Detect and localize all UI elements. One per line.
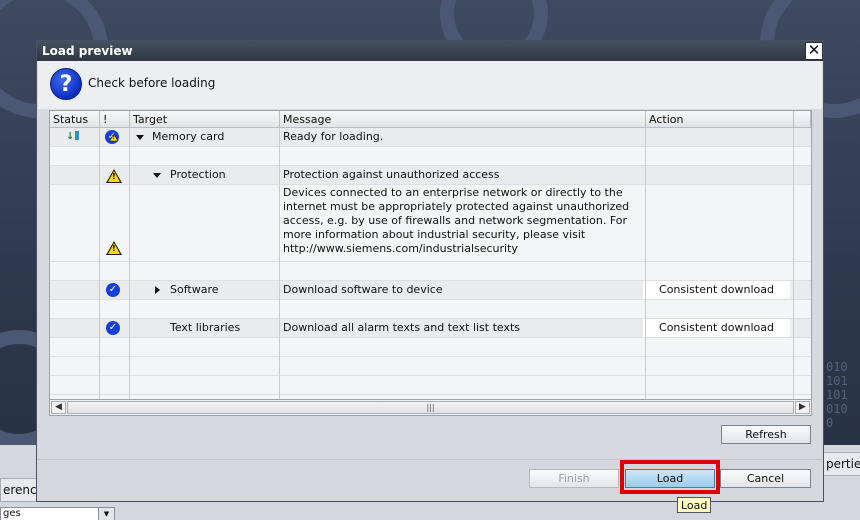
column-header-message[interactable]: Message bbox=[280, 111, 646, 128]
chevron-left-icon: ◀ bbox=[55, 402, 62, 412]
message-cell: Download software to device bbox=[283, 283, 443, 296]
close-button[interactable]: ✕ bbox=[805, 42, 823, 60]
scroll-left-button[interactable]: ◀ bbox=[51, 401, 66, 414]
column-header-target[interactable]: Target bbox=[130, 111, 280, 128]
column-divider bbox=[99, 128, 100, 399]
table-row bbox=[50, 376, 811, 395]
table-row[interactable]: ! Protection Protection against unauthor… bbox=[50, 166, 811, 185]
collapse-arrow-icon[interactable] bbox=[153, 173, 161, 178]
target-cell: Software bbox=[170, 283, 219, 296]
table-row bbox=[50, 147, 811, 166]
table-row bbox=[50, 338, 811, 357]
background-properties-tab[interactable]: perties bbox=[822, 452, 860, 476]
table-row bbox=[50, 357, 811, 376]
load-tooltip: Load bbox=[677, 497, 712, 513]
background-bottom-field[interactable]: ges bbox=[0, 507, 102, 520]
dialog-title: Load preview bbox=[42, 44, 133, 58]
table-row bbox=[50, 300, 811, 319]
close-icon: ✕ bbox=[807, 41, 821, 59]
column-header-action[interactable]: Action bbox=[646, 111, 794, 128]
refresh-button[interactable]: Refresh bbox=[721, 425, 811, 444]
column-header-status[interactable]: Status bbox=[50, 111, 100, 128]
header-text: Check before loading bbox=[88, 76, 216, 90]
question-icon: ? bbox=[50, 68, 82, 100]
column-header-flag[interactable]: ! bbox=[100, 111, 130, 128]
table-row bbox=[50, 262, 811, 281]
scroll-thumb[interactable]: ||| bbox=[67, 401, 794, 414]
target-cell: Memory card bbox=[152, 130, 225, 143]
action-dropdown[interactable]: Consistent download bbox=[643, 319, 790, 337]
message-cell: Ready for loading. bbox=[283, 130, 384, 143]
table-row[interactable]: ✓ Text libraries Download all alarm text… bbox=[50, 319, 811, 338]
column-divider bbox=[793, 128, 794, 399]
column-divider bbox=[645, 128, 646, 399]
column-divider bbox=[129, 128, 130, 399]
warning-icon: ! bbox=[106, 169, 122, 183]
background-binary-text: 010 101 101 010 0 bbox=[826, 360, 848, 430]
chevron-down-icon[interactable]: ▼ bbox=[98, 507, 115, 520]
check-icon: ✓ bbox=[106, 321, 120, 335]
check-icon: ✓ bbox=[106, 283, 120, 297]
column-header-filler bbox=[794, 111, 811, 128]
check-warning-icon: ✓ ! bbox=[105, 130, 123, 146]
finish-button[interactable]: Finish bbox=[529, 469, 619, 488]
preview-table: Status ! Target Message Action ↓ ✓ ! Mem… bbox=[49, 110, 812, 400]
horizontal-scrollbar[interactable]: ◀ ||| ▶ bbox=[49, 399, 812, 416]
load-button-highlight bbox=[620, 460, 720, 494]
cancel-button[interactable]: Cancel bbox=[720, 469, 811, 488]
expand-arrow-icon[interactable] bbox=[155, 286, 160, 294]
grip-icon: ||| bbox=[426, 403, 435, 412]
download-arrow-icon: ↓ bbox=[66, 131, 80, 142]
dialog-header: ? Check before loading bbox=[38, 61, 822, 109]
target-cell: Protection bbox=[170, 168, 226, 181]
table-row[interactable]: ✓ Software Download software to device C… bbox=[50, 281, 811, 300]
collapse-arrow-icon[interactable] bbox=[136, 135, 144, 140]
dialog-titlebar[interactable]: Load preview ✕ bbox=[37, 41, 823, 61]
warning-icon: ! bbox=[106, 241, 122, 255]
message-cell: Protection against unauthorized access bbox=[283, 168, 500, 181]
action-dropdown[interactable]: Consistent download bbox=[643, 281, 790, 299]
table-row[interactable]: ↓ ✓ ! Memory card Ready for loading. bbox=[50, 128, 811, 147]
scroll-right-button[interactable]: ▶ bbox=[795, 401, 810, 414]
message-cell: Download all alarm texts and text list t… bbox=[283, 321, 521, 334]
security-notice-text: Devices connected to an enterprise netwo… bbox=[283, 186, 630, 255]
column-divider bbox=[279, 128, 280, 399]
chevron-right-icon: ▶ bbox=[799, 402, 806, 412]
load-preview-dialog: Load preview ✕ ? Check before loading St… bbox=[36, 40, 824, 502]
target-cell: Text libraries bbox=[170, 321, 241, 334]
